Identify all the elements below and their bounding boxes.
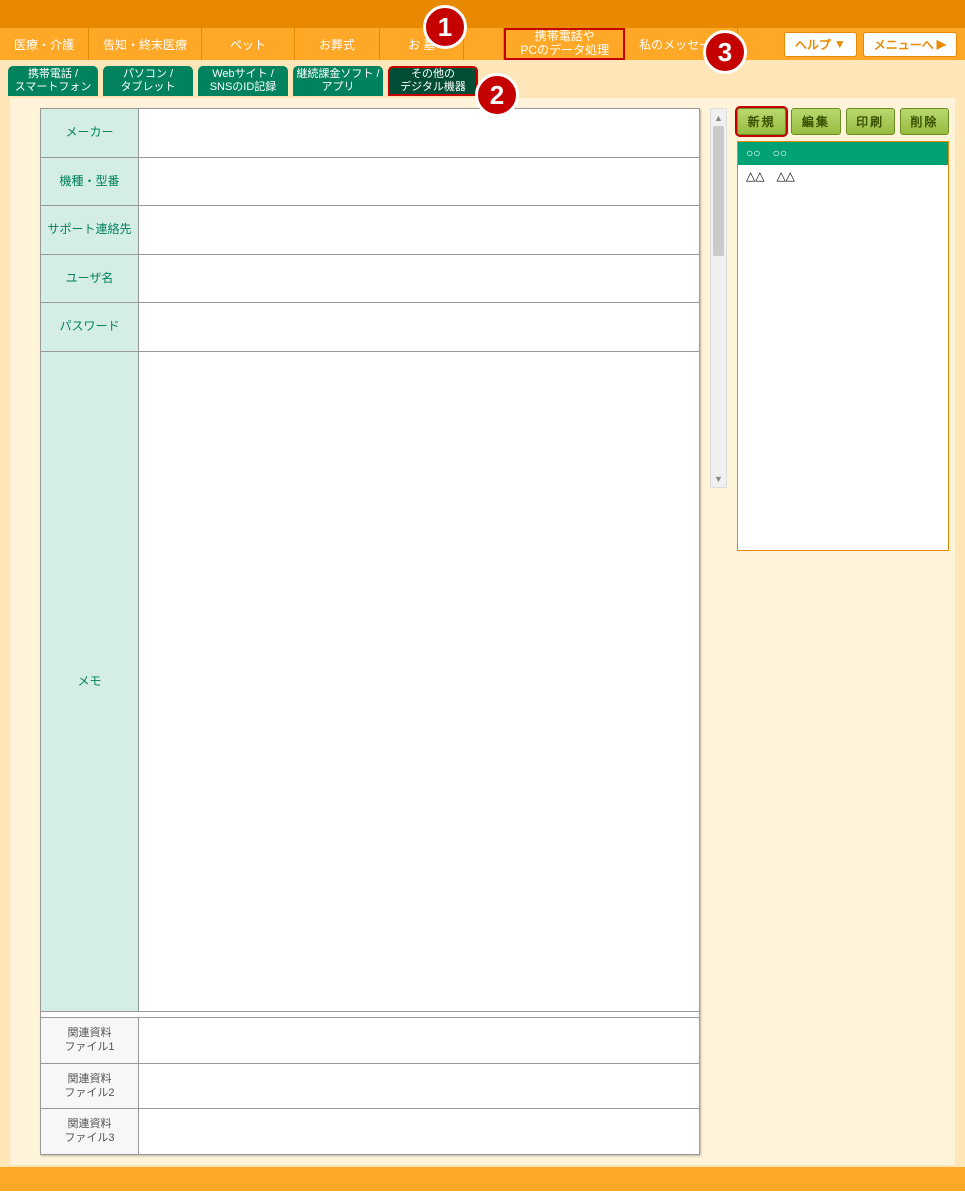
delete-button[interactable]: 削除: [900, 108, 949, 135]
field-value-support[interactable]: [139, 206, 700, 255]
list-item[interactable]: ○○ ○○: [738, 142, 948, 165]
field-value-memo[interactable]: [139, 351, 700, 1011]
field-label-memo: メモ: [41, 351, 139, 1011]
chevron-right-icon: ▶: [937, 37, 946, 51]
nav-pet[interactable]: ペット: [202, 28, 295, 60]
file-label-line: ファイル1: [64, 1041, 114, 1053]
subtab-label: 継続課金ソフト /: [296, 68, 379, 81]
help-button[interactable]: ヘルプ ▼: [784, 32, 857, 57]
nav-phone-pc-data[interactable]: 携帯電話や PCのデータ処理: [504, 28, 625, 60]
form-container: メーカー 機種・型番 サポート連絡先 ユーザ名: [40, 108, 700, 1155]
field-label-password: パスワード: [41, 303, 139, 352]
subtab-website[interactable]: Webサイト / SNSのID記録: [198, 66, 288, 96]
nav-phone-pc-line1: 携帯電話や: [535, 30, 595, 44]
subtab-label: アプリ: [322, 81, 355, 94]
scrollbar-thumb[interactable]: [713, 126, 724, 256]
new-button[interactable]: 新規: [737, 108, 786, 135]
subtab-label: スマートフォン: [15, 81, 92, 94]
field-label-file2: 関連資料 ファイル2: [41, 1063, 139, 1109]
subtab-label: SNSのID記録: [210, 81, 277, 94]
field-value-model[interactable]: [139, 157, 700, 206]
table-row: 機種・型番: [41, 157, 700, 206]
table-row: 関連資料 ファイル3: [41, 1109, 700, 1155]
field-value-file3[interactable]: [139, 1109, 700, 1155]
subtab-phone[interactable]: 携帯電話 / スマートフォン: [8, 66, 98, 96]
subtab-label: Webサイト /: [212, 68, 274, 81]
file-label-line: 関連資料: [68, 1027, 112, 1039]
list-item[interactable]: △△ △△: [738, 165, 948, 188]
menu-button-label: メニューへ: [874, 36, 934, 53]
bottom-bar: [0, 1167, 965, 1191]
main-nav: 医療・介護 告知・終末医療 ペット お葬式 お 墓 携帯電話や PCのデータ処理…: [0, 28, 965, 60]
nav-spacer: [464, 28, 504, 60]
callout-2: 2: [475, 73, 519, 117]
table-row: 関連資料 ファイル2: [41, 1063, 700, 1109]
subtab-label: パソコン /: [123, 68, 173, 81]
callout-3: 3: [703, 30, 747, 74]
field-value-file2[interactable]: [139, 1063, 700, 1109]
dropdown-icon: ▼: [834, 37, 846, 51]
nav-phone-pc-line2: PCのデータ処理: [520, 44, 609, 58]
file-label-line: 関連資料: [68, 1073, 112, 1085]
edit-button[interactable]: 編集: [791, 108, 840, 135]
field-value-password[interactable]: [139, 303, 700, 352]
file-label-line: ファイル3: [64, 1132, 114, 1144]
nav-disclosure[interactable]: 告知・終末医療: [89, 28, 202, 60]
file-label-line: 関連資料: [68, 1118, 112, 1130]
table-row: メーカー: [41, 109, 700, 158]
item-list: ○○ ○○ △△ △△: [737, 141, 949, 551]
file-label-line: ファイル2: [64, 1087, 114, 1099]
nav-funeral[interactable]: お葬式: [295, 28, 380, 60]
scroll-down-icon[interactable]: ▼: [711, 470, 726, 487]
subtab-label: タブレット: [121, 81, 176, 94]
field-value-maker[interactable]: [139, 109, 700, 158]
field-label-file3: 関連資料 ファイル3: [41, 1109, 139, 1155]
scroll-up-icon[interactable]: ▲: [711, 109, 726, 126]
table-row: パスワード: [41, 303, 700, 352]
scrollbar[interactable]: ▲ ▼: [710, 108, 727, 488]
menu-button[interactable]: メニューへ ▶: [863, 32, 957, 57]
subtab-other-digital[interactable]: その他の デジタル機器: [388, 66, 478, 96]
field-value-username[interactable]: [139, 254, 700, 303]
field-label-support: サポート連絡先: [41, 206, 139, 255]
subtab-label: 携帯電話 /: [28, 68, 78, 81]
table-row: メモ: [41, 351, 700, 1011]
field-label-model: 機種・型番: [41, 157, 139, 206]
table-row: サポート連絡先: [41, 206, 700, 255]
table-row: 関連資料 ファイル1: [41, 1017, 700, 1063]
field-label-username: ユーザ名: [41, 254, 139, 303]
sidebar: 新規 編集 印刷 削除 ○○ ○○ △△ △△: [737, 108, 949, 551]
subtab-subscription[interactable]: 継続課金ソフト / アプリ: [293, 66, 383, 96]
subtab-pc[interactable]: パソコン / タブレット: [103, 66, 193, 96]
field-label-file1: 関連資料 ファイル1: [41, 1017, 139, 1063]
print-button[interactable]: 印刷: [846, 108, 895, 135]
callout-1: 1: [423, 5, 467, 49]
subtab-label: デジタル機器: [400, 81, 466, 94]
table-row: ユーザ名: [41, 254, 700, 303]
top-bar: [0, 0, 965, 28]
field-value-file1[interactable]: [139, 1017, 700, 1063]
nav-medical[interactable]: 医療・介護: [0, 28, 89, 60]
help-button-label: ヘルプ: [795, 36, 831, 53]
field-label-maker: メーカー: [41, 109, 139, 158]
subtab-label: その他の: [411, 68, 455, 81]
